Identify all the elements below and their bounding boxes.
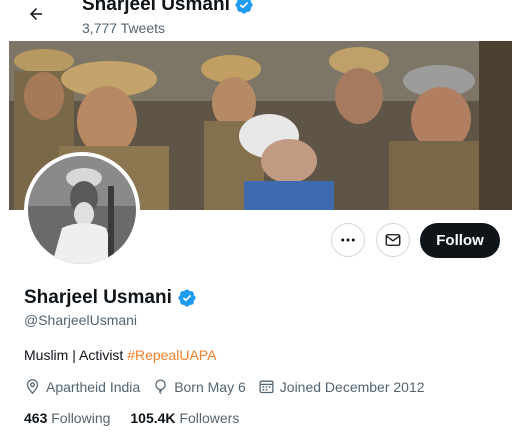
more-options-button[interactable] — [331, 223, 365, 257]
avatar-photo — [28, 156, 136, 264]
profile-header-bar: Sharjeel Usmani 3,777 Tweets — [0, 0, 512, 41]
follow-button[interactable]: Follow — [420, 223, 500, 258]
header-title: Sharjeel Usmani — [82, 0, 254, 16]
header-name-text: Sharjeel Usmani — [82, 0, 230, 15]
arrow-left-icon — [30, 8, 42, 20]
location-item: Apartheid India — [24, 378, 140, 395]
back-button[interactable] — [20, 0, 52, 28]
display-name-text: Sharjeel Usmani — [24, 287, 172, 308]
profile-page: Sharjeel Usmani 3,777 Tweets Follow Shar… — [0, 0, 512, 435]
location-text: Apartheid India — [46, 378, 141, 395]
profile-handle: @SharjeelUsmani — [24, 312, 138, 328]
following-link[interactable]: 463 Following — [24, 410, 110, 426]
mail-icon — [385, 234, 401, 246]
profile-avatar[interactable] — [24, 152, 140, 268]
profile-display-name: Sharjeel Usmani — [24, 287, 197, 309]
balloon-icon — [155, 379, 166, 395]
following-count: 463 — [24, 410, 48, 426]
followers-label: Followers — [179, 410, 240, 426]
tweet-count: 3,777 Tweets — [82, 20, 166, 36]
bio-hashtag-link[interactable]: #RepealUAPA — [127, 347, 216, 363]
message-button[interactable] — [376, 223, 410, 257]
birthday-item: Born May 6 — [152, 378, 246, 395]
following-label: Following — [51, 410, 111, 426]
followers-count: 105.4K — [130, 410, 176, 426]
joined-item: Joined December 2012 — [258, 378, 425, 395]
followers-link[interactable]: 105.4K Followers — [130, 410, 239, 426]
location-pin-icon — [26, 379, 39, 395]
profile-bio: Muslim | Activist #RepealUAPA — [24, 347, 216, 363]
profile-meta: Apartheid India Born May 6 Joined Decemb… — [24, 378, 437, 395]
more-icon — [341, 238, 355, 242]
joined-text: Joined December 2012 — [279, 378, 425, 395]
profile-stats: 463 Following 105.4K Followers — [24, 410, 239, 426]
calendar-icon — [259, 380, 274, 394]
verified-badge-icon — [178, 289, 196, 307]
birthday-text: Born May 6 — [174, 378, 246, 395]
verified-badge-icon — [235, 0, 253, 14]
bio-text: Muslim | Activist — [24, 347, 128, 363]
